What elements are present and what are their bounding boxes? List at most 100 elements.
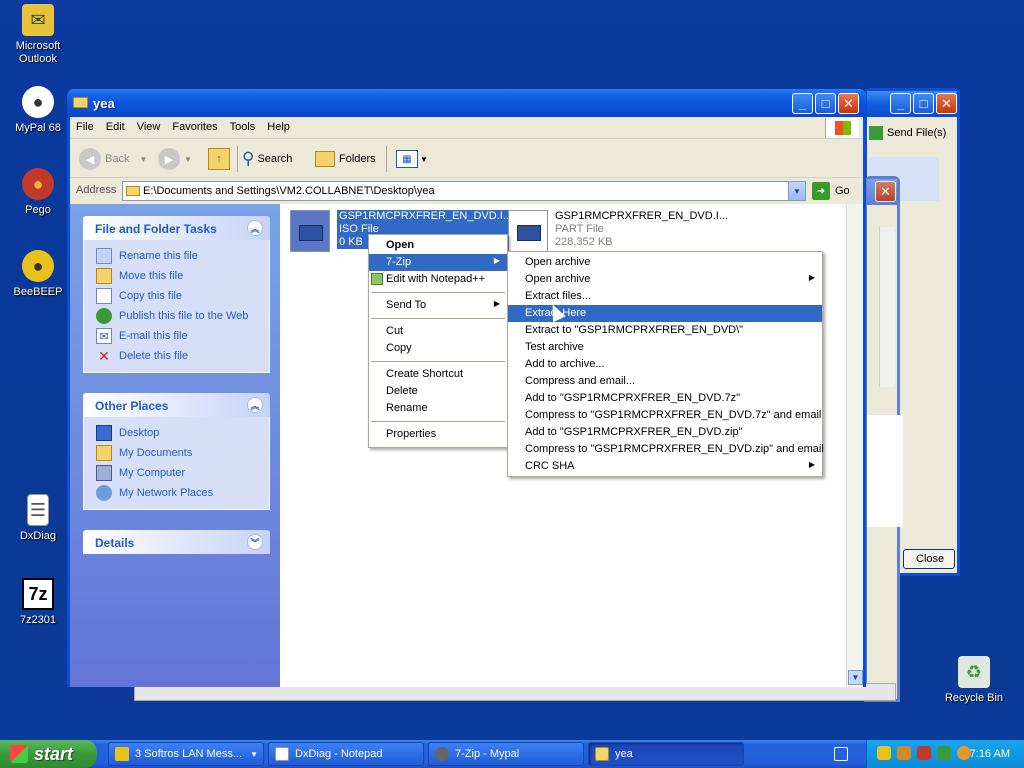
close-button[interactable]: ✕	[875, 181, 896, 202]
toolbar-divider	[386, 146, 387, 172]
forward-button[interactable]: ▶ ▼	[158, 146, 192, 172]
explorer-titlebar[interactable]: yea _ □ ✕	[67, 89, 866, 117]
panel-header[interactable]: File and Folder Tasks ︽	[83, 216, 270, 240]
menu-edit[interactable]: Edit	[100, 117, 131, 133]
maximize-button[interactable]: □	[913, 93, 934, 114]
task-rename[interactable]: Rename this file	[96, 246, 269, 266]
taskbar-item-dxdiag[interactable]: DxDiag - Notepad	[268, 742, 424, 766]
system-tray: 7:16 AM	[866, 740, 1024, 768]
submenu-test-archive[interactable]: Test archive	[508, 339, 822, 356]
address-input[interactable]: E:\Documents and Settings\VM2.COLLABNET\…	[122, 181, 806, 201]
chevron-down-icon[interactable]: ︾	[247, 534, 263, 550]
chevron-up-icon[interactable]: ︽	[247, 397, 263, 413]
clock[interactable]: 7:16 AM	[970, 748, 1010, 760]
panel-header[interactable]: Details ︾	[83, 530, 270, 554]
place-network[interactable]: My Network Places	[96, 483, 269, 503]
submenu-extract-to[interactable]: Extract to "GSP1RMCPRXFRER_EN_DVD\"	[508, 322, 822, 339]
desktop-icon-beebeep[interactable]: ● BeeBEEP	[0, 250, 76, 299]
chevron-up-icon[interactable]: ︽	[247, 220, 263, 236]
place-desktop[interactable]: Desktop	[96, 423, 269, 443]
bee-tray-icon[interactable]	[897, 746, 911, 760]
minimize-button[interactable]: _	[890, 93, 911, 114]
notepad-icon: ☰	[27, 494, 49, 526]
keyboard-icon[interactable]	[834, 747, 848, 761]
close-dialog-button[interactable]: Close	[903, 549, 955, 569]
chevron-down-icon: ▼	[184, 154, 192, 164]
menu-item-edit-notepad[interactable]: Edit with Notepad++	[369, 271, 507, 288]
submenu-crc-sha[interactable]: CRC SHA ▶	[508, 458, 822, 475]
submenu-compress-zip-email[interactable]: Compress to "GSP1RMCPRXFRER_EN_DVD.zip" …	[508, 441, 824, 458]
panel-title: Other Places	[95, 399, 169, 413]
outlook-icon: ✉	[22, 4, 54, 36]
back-button[interactable]: ◀ Back ▼	[79, 146, 147, 172]
desktop-icon-recycle-bin[interactable]: ♻ Recycle Bin	[936, 656, 1012, 705]
mypal-icon	[435, 747, 449, 761]
close-button[interactable]: ✕	[838, 93, 859, 114]
start-button[interactable]: start	[0, 740, 97, 768]
menu-help[interactable]: Help	[261, 117, 296, 133]
submenu-compress-email[interactable]: Compress and email...	[508, 373, 822, 390]
taskbar-item-yea[interactable]: yea	[588, 742, 744, 766]
chevron-down-icon[interactable]: ▼	[848, 670, 863, 685]
desktop-icon-dxdiag[interactable]: ☰ DxDiag	[0, 494, 76, 543]
back-arrow-icon: ◀	[79, 148, 101, 170]
submenu-add-7z[interactable]: Add to "GSP1RMCPRXFRER_EN_DVD.7z"	[508, 390, 822, 407]
chat-tray-icon[interactable]	[877, 746, 891, 760]
desktop-icon-outlook[interactable]: ✉ Microsoft Outlook	[0, 4, 76, 66]
go-button[interactable]: ➜ Go	[812, 181, 850, 201]
minimize-button[interactable]: _	[792, 93, 813, 114]
send-files-button[interactable]: Send File(s)	[869, 121, 955, 145]
network-tray-icon[interactable]	[937, 746, 951, 760]
back-window-7zip[interactable]: ✕	[864, 176, 903, 702]
place-my-documents[interactable]: My Documents	[96, 443, 269, 463]
task-move[interactable]: Move this file	[96, 266, 269, 286]
folders-button[interactable]: Folders	[315, 146, 376, 172]
desktop-icon-7z[interactable]: 7z 7z2301	[0, 578, 76, 627]
menu-tools[interactable]: Tools	[224, 117, 262, 133]
task-copy[interactable]: Copy this file	[96, 286, 269, 306]
scrollbar[interactable]	[879, 227, 895, 387]
menu-item-copy[interactable]: Copy	[369, 340, 507, 357]
task-delete[interactable]: ✕ Delete this file	[96, 346, 269, 366]
submenu-add-zip[interactable]: Add to "GSP1RMCPRXFRER_EN_DVD.zip"	[508, 424, 822, 441]
task-label: Delete this file	[119, 350, 189, 362]
menu-favorites[interactable]: Favorites	[166, 117, 223, 133]
menu-item-create-shortcut[interactable]: Create Shortcut	[369, 366, 507, 383]
shield-icon[interactable]	[917, 746, 931, 760]
maximize-button[interactable]: □	[815, 93, 836, 114]
views-button[interactable]: ▦ ▼	[396, 146, 428, 172]
menu-file[interactable]: File	[70, 117, 100, 133]
menu-item-cut[interactable]: Cut	[369, 323, 507, 340]
address-value: E:\Documents and Settings\VM2.COLLABNET\…	[143, 185, 435, 197]
task-publish[interactable]: Publish this file to the Web	[96, 306, 269, 326]
taskbar-item-softros[interactable]: 3 Softros LAN Mess... ▼	[108, 742, 264, 766]
submenu-open-archive[interactable]: Open archive	[508, 254, 822, 271]
menu-item-properties[interactable]: Properties	[369, 426, 507, 443]
panel-header[interactable]: Other Places ︽	[83, 393, 270, 417]
menu-separator	[371, 318, 505, 319]
vertical-scrollbar[interactable]: ▼	[846, 204, 863, 687]
up-folder-button[interactable]: ↑	[208, 146, 230, 172]
close-button[interactable]: ✕	[936, 93, 957, 114]
file-text: GSP1RMCPRXFRER_EN_DVD.I... PART File 228…	[555, 210, 728, 249]
search-button[interactable]: ⚲ Search	[242, 146, 292, 172]
menu-item-7zip[interactable]: 7-Zip ▶	[369, 254, 507, 271]
desktop-icon-mypal[interactable]: ● MyPal 68	[0, 86, 76, 135]
menu-item-delete[interactable]: Delete	[369, 383, 507, 400]
menu-item-open[interactable]: Open	[369, 237, 507, 254]
desktop-icon-pego[interactable]: ● Pego	[0, 168, 76, 217]
taskbar-item-7zip-mypal[interactable]: 7-Zip - Mypal	[428, 742, 584, 766]
task-label: 3 Softros LAN Mess...	[135, 748, 242, 760]
place-label: Desktop	[119, 427, 160, 439]
task-email[interactable]: ✉ E-mail this file	[96, 326, 269, 346]
file-item-part[interactable]: GSP1RMCPRXFRER_EN_DVD.I... PART File 228…	[508, 210, 738, 254]
submenu-compress-7z-email[interactable]: Compress to "GSP1RMCPRXFRER_EN_DVD.7z" a…	[508, 407, 822, 424]
submenu-open-archive-as[interactable]: Open archive ▶	[508, 271, 822, 288]
submenu-add-to-archive[interactable]: Add to archive...	[508, 356, 822, 373]
place-my-computer[interactable]: My Computer	[96, 463, 269, 483]
place-label: My Network Places	[119, 487, 214, 499]
menu-item-send-to[interactable]: Send To ▶	[369, 297, 507, 314]
chevron-down-icon[interactable]: ▼	[788, 182, 805, 200]
menu-view[interactable]: View	[131, 117, 167, 133]
menu-item-rename[interactable]: Rename	[369, 400, 507, 417]
